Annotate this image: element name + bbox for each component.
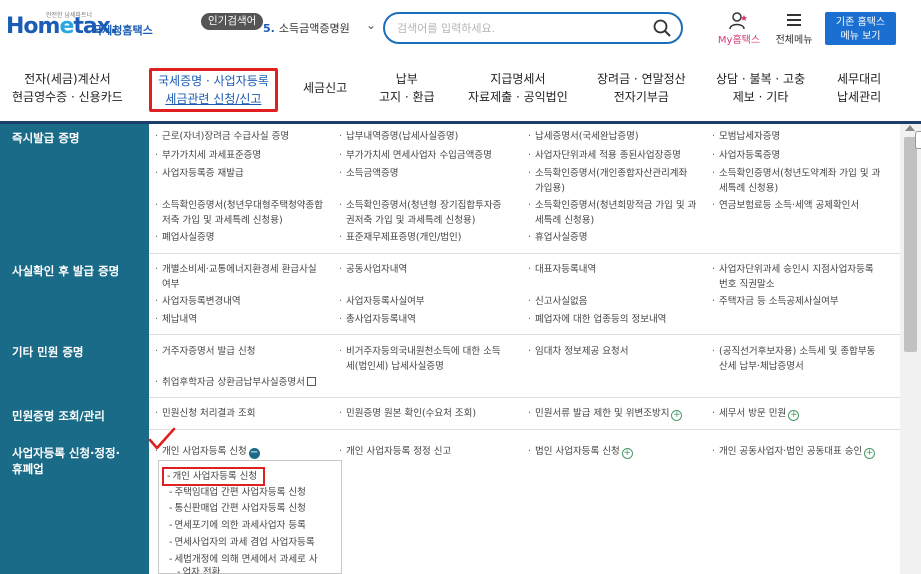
- gnb-tax-agent[interactable]: 세무대리 납세관리: [837, 70, 881, 106]
- expand-plus-icon[interactable]: +: [864, 448, 876, 459]
- menu-item[interactable]: 신고사실없음: [528, 294, 588, 309]
- submenu-item[interactable]: 주택임대업 간편 사업자등록 신청: [169, 485, 305, 500]
- all-menu-button[interactable]: 전체메뉴: [770, 12, 818, 46]
- menu-item[interactable]: 근로(자녀)장려금 수급사실 증명: [155, 129, 289, 144]
- expand-plus-icon[interactable]: +: [788, 410, 800, 421]
- scroll-up-arrow-icon[interactable]: [905, 125, 915, 131]
- menu-item[interactable]: 납세증명서(국세완납증명): [528, 129, 639, 144]
- menu-item[interactable]: 거주자증명서 발급 신청: [155, 344, 255, 359]
- classic-menu-button[interactable]: 기존 홈택스 메뉴 보기: [825, 12, 896, 45]
- menu-item[interactable]: 소득확인증명서(개인종합자산관리계좌가입용): [528, 166, 687, 196]
- gnb-incentive-yearend[interactable]: 장려금 · 연말정산 전자기부금: [597, 70, 686, 106]
- submenu-item-individual-registration[interactable]: 개인 사업자등록 신청: [162, 467, 266, 486]
- expand-plus-icon[interactable]: +: [671, 410, 683, 421]
- row-divider: [149, 429, 900, 430]
- menu-item[interactable]: 모범납세자증명: [712, 129, 780, 144]
- all-menu-label: 전체메뉴: [775, 35, 813, 46]
- menu-item[interactable]: 부가가치세 면세사업자 수입금액증명: [339, 148, 492, 163]
- row-divider: [149, 253, 900, 254]
- menu-item[interactable]: 주택자금 등 소득공제사실여부: [712, 294, 839, 309]
- menu-item[interactable]: 법인 사업자등록 신청+: [528, 444, 633, 459]
- menu-item[interactable]: 개인 사업자등록 정정 신고: [339, 444, 451, 459]
- category-instant-cert[interactable]: 즉시발급 증명: [12, 130, 79, 146]
- collapse-minus-icon[interactable]: −: [248, 448, 260, 459]
- menu-item[interactable]: 표준재무제표증명(개인/법인): [339, 230, 461, 245]
- checkmark-icon: [148, 427, 176, 450]
- popular-search-badge: 인기검색어: [201, 13, 264, 30]
- menu-item[interactable]: 사업자등록증 재발급: [155, 166, 244, 181]
- menu-item[interactable]: 민원서류 발급 제한 및 위변조방지+: [528, 406, 683, 421]
- menu-item[interactable]: 폐업자에 대한 업종등의 정보내역: [528, 312, 666, 327]
- category-verified-cert[interactable]: 사실확인 후 발급 증명: [12, 263, 119, 279]
- menu-item[interactable]: 총사업자등록내역: [339, 312, 416, 327]
- menu-item[interactable]: (공직선거후보자용) 소득세 및 종합부동산세 납부·체납증명서: [712, 344, 875, 374]
- expand-plus-icon[interactable]: +: [621, 448, 633, 459]
- search-box: [383, 12, 683, 44]
- hamburger-icon: [787, 14, 801, 26]
- main-navigation: 전자(세금)계산서 현금영수증 · 신용카드 국세증명 · 사업자등록 세금관련 신…: [0, 58, 921, 120]
- menu-item[interactable]: 사업자단위과세 승인시 지점사업자등록번호 직권말소: [712, 262, 874, 292]
- menu-item[interactable]: 비거주자등의국내원천소득에 대한 소득세(법인세) 납세사실증명: [339, 344, 501, 374]
- menu-item[interactable]: 민원증명 원본 확인(수요처 조회): [339, 406, 476, 421]
- menu-item[interactable]: 사업자등록사실여부: [339, 294, 425, 309]
- submenu-item[interactable]: 면세사업자의 과세 겸업 사업자등록: [169, 535, 314, 550]
- gnb-e-invoice[interactable]: 전자(세금)계산서 현금영수증 · 신용카드: [12, 70, 123, 106]
- menu-item[interactable]: 폐업사실증명: [155, 230, 215, 245]
- popular-search-term[interactable]: 5. 소득금액증명원: [263, 20, 350, 36]
- my-hometax-label: My홈택스: [717, 35, 761, 46]
- row-divider: [149, 397, 900, 398]
- user-icon: [729, 12, 747, 30]
- side-panel-tab[interactable]: [915, 131, 921, 149]
- row-divider: [149, 334, 900, 335]
- menu-item-individual-registration[interactable]: 개인 사업자등록 신청−: [155, 444, 260, 459]
- category-business-registration[interactable]: 사업자등록 신청·정정· 휴폐업: [12, 445, 120, 477]
- mega-menu-panel: 즉시발급 증명 사실확인 후 발급 증명 기타 민원 증명 민원증명 조회/관리…: [0, 124, 900, 574]
- logo-korean-name: 국세청홈택스: [92, 24, 153, 37]
- menu-item[interactable]: 부가가치세 과세표준증명: [155, 148, 261, 163]
- menu-item[interactable]: 연금보험료등 소득·세액 공제확인서: [712, 198, 859, 213]
- menu-item[interactable]: 휴업사실증명: [528, 230, 588, 245]
- site-header: 안전한 납세파트너 Hometax. 국세청홈택스 인기검색어 5. 소득금액증명…: [0, 0, 921, 56]
- submenu-item[interactable]: 통신판매업 간편 사업자등록 신청: [169, 501, 305, 516]
- category-other-cert[interactable]: 기타 민원 증명: [12, 344, 84, 360]
- menu-item[interactable]: 대표자등록내역: [528, 262, 596, 277]
- menu-item[interactable]: 사업자단위과세 적용 종된사업장증명: [528, 148, 681, 163]
- gnb-certificate-registration[interactable]: 국세증명 · 사업자등록 세금관련 신청/신고: [149, 68, 278, 112]
- scrollbar-thumb[interactable]: [904, 137, 917, 352]
- registration-submenu: 개인 사업자등록 신청 주택임대업 간편 사업자등록 신청 통신판매업 간편 사…: [158, 460, 342, 574]
- menu-item[interactable]: 공동사업자내역: [339, 262, 407, 277]
- my-hometax-button[interactable]: My홈택스: [713, 12, 765, 46]
- menu-item[interactable]: 개인 공동사업자·법인 공동대표 승인+: [712, 444, 876, 459]
- menu-item[interactable]: 소득확인증명서(청년희망적금 가입 및 과세특례 신청용): [528, 198, 696, 228]
- gnb-tax-return[interactable]: 세금신고: [303, 79, 347, 97]
- menu-item[interactable]: 취업후학자금 상환금납부사실증명서: [155, 375, 316, 390]
- gnb-consult-appeal[interactable]: 상담 · 불복 · 고충 제보 · 기타: [716, 70, 805, 106]
- menu-item[interactable]: 납부내역증명(납세사실증명): [339, 129, 458, 144]
- chevron-down-icon[interactable]: ⌄: [366, 18, 376, 32]
- hometax-logo[interactable]: 안전한 납세파트너 Hometax. 국세청홈택스: [6, 10, 156, 46]
- menu-item[interactable]: 임대차 정보제공 요청서: [528, 344, 628, 359]
- search-icon[interactable]: [653, 19, 671, 37]
- search-input[interactable]: [397, 20, 647, 36]
- menu-item[interactable]: 세무서 방문 민원+: [712, 406, 800, 421]
- external-link-icon: [306, 377, 316, 386]
- gnb-payment-statement[interactable]: 지급명세서 자료제출 · 공익법인: [468, 70, 568, 106]
- gnb-payment[interactable]: 납부 고지 · 환급: [379, 70, 435, 106]
- menu-item[interactable]: 소득금액증명: [339, 166, 399, 181]
- submenu-item-continued[interactable]: 업자 전환: [169, 565, 220, 574]
- menu-item[interactable]: 소득확인증명서(청년형 장기집합투자증권저축 가입 및 과세특례 신청용): [339, 198, 501, 228]
- menu-item[interactable]: 소득확인증명서(청년도약계좌 가입 및 과세특례 신청용): [712, 166, 880, 196]
- menu-item[interactable]: 소득확인증명서(청년우대형주택청약종합저축 가입 및 과세특례 신청용): [155, 198, 323, 228]
- menu-item[interactable]: 사업자등록증명: [712, 148, 780, 163]
- menu-item[interactable]: 민원신청 처리결과 조회: [155, 406, 255, 421]
- submenu-item[interactable]: 면세포기에 의한 과세사업자 등록: [169, 518, 305, 533]
- category-cert-inquiry[interactable]: 민원증명 조회/관리: [12, 408, 105, 424]
- menu-item[interactable]: 체납내역: [155, 312, 197, 327]
- menu-item[interactable]: 개별소비세·교통에너지환경세 환급사실여부: [155, 262, 317, 292]
- menu-item[interactable]: 사업자등록변경내역: [155, 294, 241, 309]
